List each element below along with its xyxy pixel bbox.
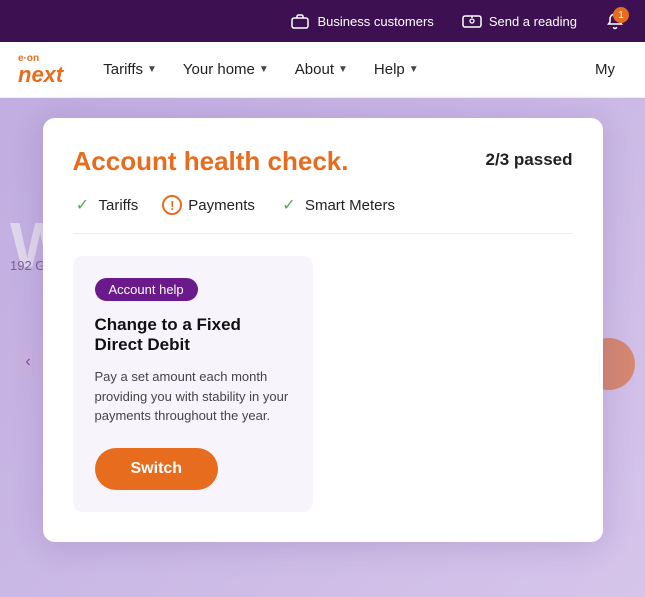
nav-my[interactable]: My [583,53,627,86]
switch-button[interactable]: Switch [95,448,219,490]
modal-title: Account health check. [73,146,349,177]
notification-count: 1 [613,7,629,23]
check-items-row: ✓ Tariffs ! Payments ✓ Smart Meters [73,195,573,234]
nav-about[interactable]: About ▼ [283,53,360,86]
nav-items: Tariffs ▼ Your home ▼ About ▼ Help ▼ My [91,53,627,86]
nav-help[interactable]: Help ▼ [362,53,431,86]
card-badge: Account help [95,278,198,301]
about-chevron-icon: ▼ [338,64,348,75]
nav-your-home-label: Your home [183,61,255,78]
smart-meters-check-label: Smart Meters [305,197,395,214]
send-reading-label: Send a reading [489,14,577,29]
nav-my-label: My [595,61,615,78]
tariffs-check-label: Tariffs [99,197,139,214]
modal-header: Account health check. 2/3 passed [73,146,573,177]
briefcase-icon [290,11,310,31]
card-description: Pay a set amount each month providing yo… [95,367,291,426]
smart-meters-check-icon: ✓ [279,195,299,215]
your-home-chevron-icon: ▼ [259,64,269,75]
modal-overlay: Account health check. 2/3 passed ✓ Tarif… [0,98,645,597]
meter-icon [462,11,482,31]
help-chevron-icon: ▼ [409,64,419,75]
nav-help-label: Help [374,61,405,78]
top-bar: Business customers Send a reading 1 [0,0,645,42]
nav-your-home[interactable]: Your home ▼ [171,53,281,86]
logo[interactable]: e·on next [18,54,63,86]
tariffs-check-icon: ✓ [73,195,93,215]
payments-check-label: Payments [188,197,255,214]
nav-tariffs[interactable]: Tariffs ▼ [91,53,169,86]
check-payments: ! Payments [162,195,255,215]
business-customers-label: Business customers [317,14,433,29]
nav-tariffs-label: Tariffs [103,61,143,78]
send-reading-link[interactable]: Send a reading [462,11,577,31]
check-tariffs: ✓ Tariffs [73,195,139,215]
tariffs-chevron-icon: ▼ [147,64,157,75]
notifications-link[interactable]: 1 [605,11,625,31]
logo-next: next [18,64,63,86]
card-title: Change to a Fixed Direct Debit [95,315,291,355]
business-customers-link[interactable]: Business customers [290,11,433,31]
payments-warning-icon: ! [162,195,182,215]
passed-count: 2/3 passed [486,150,573,170]
nav-bar: e·on next Tariffs ▼ Your home ▼ About ▼ … [0,42,645,98]
nav-about-label: About [295,61,334,78]
check-smart-meters: ✓ Smart Meters [279,195,395,215]
health-check-modal: Account health check. 2/3 passed ✓ Tarif… [43,118,603,542]
account-help-card: Account help Change to a Fixed Direct De… [73,256,313,512]
